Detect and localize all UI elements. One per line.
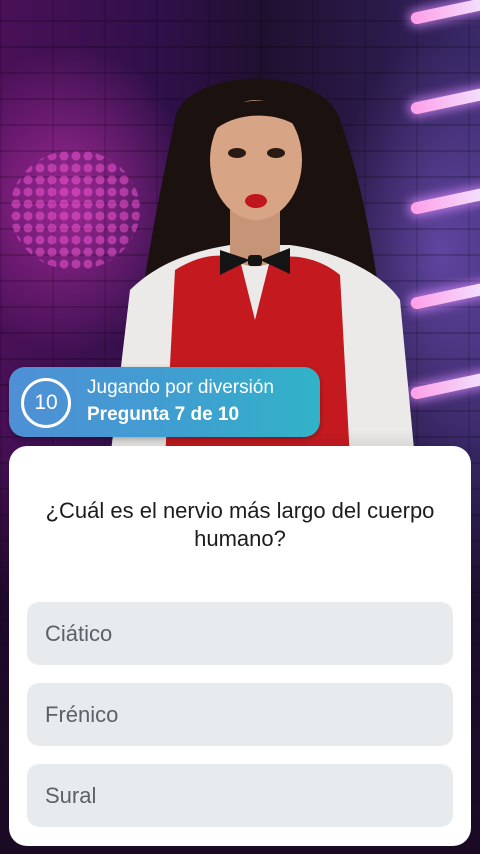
countdown-timer: 10 [21,378,71,428]
game-mode-label: Jugando por diversión [87,377,274,398]
answer-option-2[interactable]: Frénico [27,683,453,746]
answer-option-3[interactable]: Sural [27,764,453,827]
question-text: ¿Cuál es el nervio más largo del cuerpo … [45,498,435,551]
question-card: ¿Cuál es el nervio más largo del cuerpo … [9,446,471,846]
answer-option-1[interactable]: Ciático [27,602,453,665]
game-status-banner: 10 Jugando por diversión Pregunta 7 de 1… [9,367,320,437]
question-progress-label: Pregunta 7 de 10 [87,404,240,425]
